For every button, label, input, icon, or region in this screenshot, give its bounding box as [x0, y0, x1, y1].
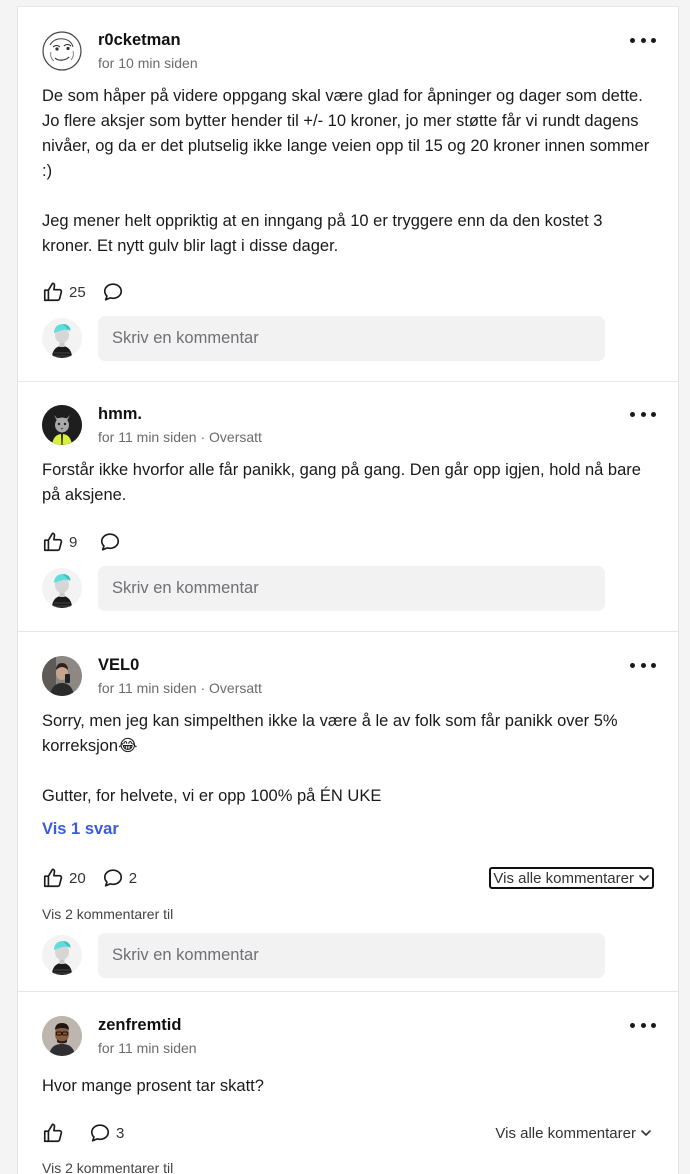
comment-input[interactable] — [98, 566, 605, 611]
comment-bubble-icon — [89, 1122, 111, 1144]
author-name[interactable]: hmm. — [98, 405, 142, 424]
avatar — [42, 568, 82, 608]
comment-composer — [42, 566, 605, 611]
show-all-label: Vis alle kommentarer — [495, 1124, 636, 1142]
author-name[interactable]: VEL0 — [98, 656, 139, 675]
show-all-label: Vis alle kommentarer — [493, 869, 634, 887]
show-all-comments-button[interactable]: Vis alle kommentarer — [489, 867, 654, 889]
avatar[interactable] — [42, 405, 82, 445]
chevron-down-icon — [640, 1127, 652, 1139]
comment-button[interactable] — [99, 531, 121, 553]
post-actions: 25 — [42, 280, 140, 304]
comment-button[interactable] — [102, 281, 124, 303]
comment-bubble-icon — [102, 281, 124, 303]
comment-button[interactable]: 2 — [102, 867, 137, 889]
comment-post: zenfremtid for 11 min siden Hvor mange p… — [18, 991, 678, 1174]
post-meta: for 10 min siden — [98, 55, 198, 71]
more-options-icon[interactable] — [630, 1016, 656, 1034]
avatar[interactable] — [42, 656, 82, 696]
timestamp: for 11 min siden — [98, 429, 197, 445]
comment-post: hmm. for 11 min siden · Oversatt Forstår… — [18, 381, 678, 631]
comment-composer — [42, 933, 605, 978]
avatar[interactable] — [42, 1016, 82, 1056]
comment-count: 2 — [128, 869, 138, 887]
comment-button[interactable]: 3 — [89, 1122, 124, 1144]
post-body: De som håper på videre oppgang skal være… — [42, 84, 657, 259]
post-paragraph: Gutter, for helvete, vi er opp 100% på É… — [42, 787, 382, 805]
more-options-icon[interactable] — [630, 405, 656, 423]
post-meta: for 11 min siden · Oversatt — [98, 680, 262, 696]
post-meta: for 11 min siden — [98, 1040, 197, 1056]
chevron-down-icon — [638, 872, 650, 884]
post-paragraph: Sorry, men jeg kan simpelthen ikke la væ… — [42, 712, 618, 755]
timestamp: for 10 min siden — [98, 55, 198, 71]
like-count: 25 — [69, 283, 86, 301]
post-body: Forstår ikke hvorfor alle får panikk, ga… — [42, 458, 657, 508]
like-count: 9 — [69, 533, 78, 551]
comment-composer — [42, 316, 605, 361]
post-actions: 20 2 — [42, 866, 153, 890]
post-actions: 3 — [42, 1121, 140, 1145]
post-paragraph: De som håper på videre oppgang skal være… — [42, 87, 650, 180]
translated-label[interactable]: Oversatt — [209, 429, 262, 445]
translated-label[interactable]: Oversatt — [209, 680, 262, 696]
author-name[interactable]: zenfremtid — [98, 1016, 181, 1035]
comment-input[interactable] — [98, 933, 605, 978]
thumbs-up-icon — [42, 1122, 64, 1144]
comment-feed: r0cketman for 10 min siden De som håper … — [17, 6, 679, 1174]
more-comments-link[interactable]: Vis 2 kommentarer til — [42, 906, 173, 922]
like-count: 20 — [69, 869, 86, 887]
post-paragraph: Hvor mange prosent tar skatt? — [42, 1077, 264, 1095]
meta-separator: · — [200, 429, 210, 445]
more-comments-link[interactable]: Vis 2 kommentarer til — [42, 1160, 173, 1174]
author-name[interactable]: r0cketman — [98, 31, 181, 50]
post-meta: for 11 min siden · Oversatt — [98, 429, 262, 445]
thumbs-up-icon — [42, 531, 64, 553]
comment-post: VEL0 for 11 min siden · Oversatt Sorry, … — [18, 631, 678, 991]
show-all-comments-button[interactable]: Vis alle kommentarer — [493, 1122, 654, 1144]
comment-count: 3 — [116, 1124, 125, 1142]
avatar[interactable] — [42, 31, 82, 71]
avatar — [42, 935, 82, 975]
thumbs-up-icon — [42, 867, 64, 889]
comment-bubble-icon — [102, 867, 124, 889]
post-paragraph: Forstår ikke hvorfor alle får panikk, ga… — [42, 461, 641, 504]
comment-post: r0cketman for 10 min siden De som håper … — [18, 6, 678, 381]
meta-separator: · — [200, 680, 210, 696]
more-options-icon[interactable] — [630, 31, 656, 49]
like-button[interactable]: 20 — [42, 867, 86, 889]
thumbs-up-icon — [42, 281, 64, 303]
post-actions: 9 — [42, 530, 137, 554]
like-button[interactable] — [42, 1122, 69, 1144]
post-paragraph: Jeg mener helt oppriktig at en inngang p… — [42, 212, 603, 255]
view-replies-link[interactable]: Vis 1 svar — [42, 820, 119, 839]
like-button[interactable]: 25 — [42, 281, 86, 303]
more-options-icon[interactable] — [630, 656, 656, 674]
post-body: Sorry, men jeg kan simpelthen ikke la væ… — [42, 709, 657, 809]
post-body: Hvor mange prosent tar skatt? — [42, 1074, 657, 1099]
timestamp: for 11 min siden — [98, 680, 197, 696]
like-button[interactable]: 9 — [42, 531, 77, 553]
avatar — [42, 318, 82, 358]
timestamp: for 11 min siden — [98, 1040, 197, 1056]
comment-bubble-icon — [99, 531, 121, 553]
comment-input[interactable] — [98, 316, 605, 361]
